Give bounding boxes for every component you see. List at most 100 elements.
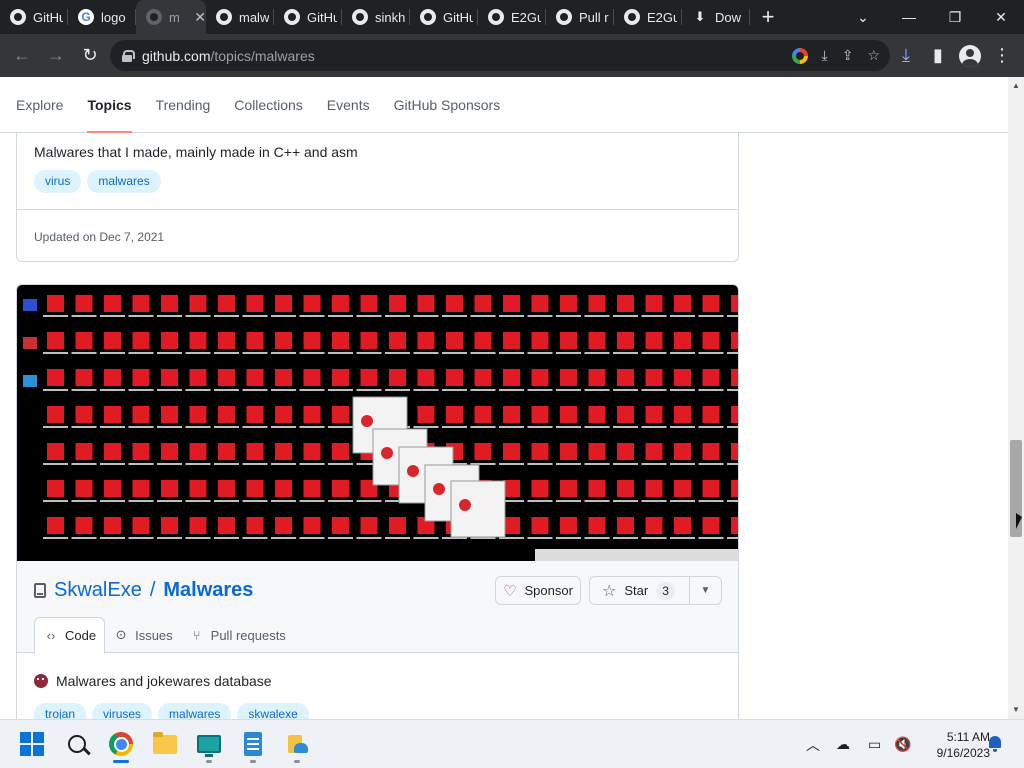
- tab-issues[interactable]: ⊙ Issues: [105, 617, 181, 653]
- error-tile: [132, 332, 150, 349]
- minimize-button[interactable]: —: [886, 0, 932, 34]
- error-tile: [588, 295, 606, 312]
- taskbar-chrome[interactable]: [105, 728, 137, 760]
- error-tile: [503, 406, 520, 423]
- browser-tab[interactable]: sinkh: [342, 0, 410, 34]
- error-tile: [674, 295, 691, 312]
- tile-caption: [100, 426, 125, 428]
- repo-description: Malwares and jokewares database: [34, 673, 272, 689]
- topic-tag[interactable]: skwalexe: [237, 703, 309, 719]
- browser-tab[interactable]: Glogo: [68, 0, 136, 34]
- error-tile: [132, 406, 150, 423]
- download-icon[interactable]: ⤓: [890, 40, 922, 72]
- clock[interactable]: 5:11 AM 9/16/2023: [918, 729, 990, 761]
- error-tile: [303, 406, 321, 423]
- network-tray-icon[interactable]: ▭: [868, 720, 881, 768]
- url-domain: github.com: [142, 47, 211, 64]
- subnav-events[interactable]: Events: [327, 77, 370, 133]
- tile-caption: [698, 537, 724, 539]
- back-button[interactable]: ←: [6, 40, 38, 72]
- tile-caption: [556, 500, 581, 502]
- error-tile: [161, 369, 178, 386]
- sponsor-button[interactable]: ♡ Sponsor: [495, 576, 581, 605]
- tab-search-button[interactable]: ⌄: [840, 0, 886, 34]
- star-button[interactable]: ☆ Star 3: [590, 577, 690, 604]
- volume-tray-icon[interactable]: 🔇: [894, 720, 911, 768]
- browser-tab[interactable]: GitHu: [410, 0, 478, 34]
- topic-tag[interactable]: virus: [34, 170, 82, 193]
- forward-button[interactable]: →: [40, 40, 72, 72]
- bookmark-star-icon[interactable]: ☆: [867, 47, 880, 64]
- repo-description: Malwares that I made, mainly made in C++…: [34, 144, 358, 160]
- url-text[interactable]: github.com/topics/malwares: [142, 48, 315, 64]
- subnav-github-sponsors[interactable]: GitHub Sponsors: [394, 77, 501, 133]
- tile-caption: [584, 426, 610, 428]
- topic-tag[interactable]: viruses: [92, 703, 153, 719]
- tile-caption: [641, 426, 667, 428]
- tile-caption: [100, 463, 125, 465]
- lock-icon[interactable]: [122, 49, 135, 62]
- subnav-topics[interactable]: Topics: [87, 77, 132, 133]
- tab-code[interactable]: ‹› Code: [34, 617, 106, 654]
- subnav-trending[interactable]: Trending: [156, 77, 211, 133]
- topic-tag[interactable]: malwares: [87, 170, 161, 193]
- menu-icon[interactable]: ⋮: [986, 40, 1018, 72]
- new-tab-button[interactable]: +: [750, 4, 786, 30]
- error-tile: [645, 406, 663, 423]
- tile-caption: [271, 389, 296, 391]
- profile-button[interactable]: [954, 40, 986, 72]
- taskbar-remote-desktop[interactable]: [193, 728, 225, 760]
- scroll-down-arrow[interactable]: ▼: [1008, 703, 1024, 717]
- start-button[interactable]: [16, 728, 48, 760]
- browser-tab[interactable]: GitHu: [0, 0, 68, 34]
- close-tab-icon[interactable]: ✕: [194, 9, 206, 26]
- browser-tab[interactable]: GitHu: [274, 0, 342, 34]
- taskbar-file-explorer[interactable]: [149, 728, 181, 760]
- onedrive-tray-icon[interactable]: ☁: [836, 720, 850, 768]
- address-bar[interactable]: github.com/topics/malwares ⤓ ⇪ ☆: [110, 40, 890, 71]
- repo-owner-link[interactable]: SkwalExe: [54, 579, 142, 602]
- browser-tab[interactable]: E2Gu: [614, 0, 682, 34]
- tile-caption: [128, 352, 154, 354]
- side-panel-icon[interactable]: ▮: [922, 40, 954, 72]
- restore-button[interactable]: ❐: [932, 0, 978, 34]
- error-tile: [674, 369, 691, 386]
- repo-name-link[interactable]: Malwares: [163, 579, 253, 602]
- error-tile: [161, 332, 178, 349]
- scroll-up-arrow[interactable]: ▲: [1008, 79, 1024, 93]
- repo-preview-image[interactable]: [17, 285, 738, 561]
- subnav-explore[interactable]: Explore: [16, 77, 63, 133]
- subnav-collections[interactable]: Collections: [234, 77, 302, 133]
- browser-tab[interactable]: m ✕: [136, 0, 206, 34]
- topic-tag[interactable]: trojan: [34, 703, 87, 719]
- browser-tab[interactable]: malw: [206, 0, 274, 34]
- error-tile: [189, 369, 207, 386]
- tab-title: GitHu: [443, 9, 473, 25]
- browser-tab[interactable]: E2Gu: [478, 0, 546, 34]
- taskbar-app[interactable]: [281, 728, 313, 760]
- tab-pull-requests[interactable]: ⑂ Pull requests: [181, 617, 294, 653]
- tile-caption: [470, 315, 496, 317]
- share-icon[interactable]: ⇪: [842, 47, 854, 64]
- google-lens-icon[interactable]: [791, 47, 808, 64]
- error-tile: [731, 369, 738, 386]
- browser-tab[interactable]: Pull r: [546, 0, 614, 34]
- topic-tag[interactable]: malwares: [158, 703, 232, 719]
- tile-caption: [442, 389, 467, 391]
- tile-caption: [556, 537, 581, 539]
- error-tile: [560, 480, 577, 497]
- reload-button[interactable]: ↻: [74, 40, 106, 72]
- notification-bell-icon[interactable]: [988, 736, 1002, 752]
- error-tile: [161, 295, 178, 312]
- browser-tab[interactable]: ⬇ Dow: [682, 0, 750, 34]
- install-icon[interactable]: ⤓: [822, 47, 828, 64]
- clock-time: 5:11 AM: [946, 730, 990, 744]
- star-list-dropdown[interactable]: ▼: [690, 585, 721, 596]
- tile-caption: [613, 389, 638, 391]
- close-window-button[interactable]: ✕: [978, 0, 1024, 34]
- taskbar-notepad[interactable]: [237, 728, 269, 760]
- taskbar-search[interactable]: [61, 728, 93, 760]
- show-hidden-icons[interactable]: ︿: [806, 720, 820, 768]
- page-scrollbar[interactable]: ▲ ▼: [1008, 77, 1024, 719]
- tile-caption: [299, 537, 325, 539]
